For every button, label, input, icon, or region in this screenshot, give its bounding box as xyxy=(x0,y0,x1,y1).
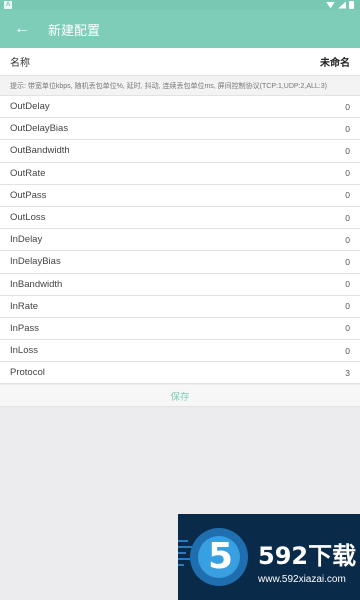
field-row-inpass[interactable]: InPass 0 xyxy=(0,318,360,341)
field-value[interactable]: 0 xyxy=(345,279,350,289)
field-row-outrate[interactable]: OutRate 0 xyxy=(0,163,360,185)
field-label: OutPass xyxy=(10,189,47,201)
field-row-indelay[interactable]: InDelay 0 xyxy=(0,229,360,252)
watermark-name: 592下载 xyxy=(258,542,357,570)
field-value[interactable]: 0 xyxy=(345,301,350,311)
field-row-inbandwidth[interactable]: InBandwidth 0 xyxy=(0,274,360,296)
field-label: InLoss xyxy=(10,345,38,357)
watermark-url: www.592xiazai.com xyxy=(258,574,346,585)
notification-icon: A xyxy=(4,1,12,9)
back-arrow-icon[interactable]: ← xyxy=(0,10,44,48)
name-field[interactable]: 名称 未命名 xyxy=(0,48,360,76)
field-value[interactable]: 0 xyxy=(345,146,350,156)
field-row-indelaybias[interactable]: InDelayBias 0 xyxy=(0,251,360,274)
field-row-inloss[interactable]: InLoss 0 xyxy=(0,340,360,363)
field-row-outdelaybias[interactable]: OutDelayBias 0 xyxy=(0,118,360,141)
save-button[interactable]: 保存 xyxy=(0,385,360,407)
status-bar: A xyxy=(0,0,360,10)
field-value[interactable]: 0 xyxy=(345,346,350,356)
field-label: InRate xyxy=(10,300,38,312)
field-list: OutDelay 0 OutDelayBias 0 OutBandwidth 0 OutRa… xyxy=(0,96,360,385)
field-row-outpass[interactable]: OutPass 0 xyxy=(0,185,360,207)
name-label: 名称 xyxy=(10,58,30,69)
field-row-protocol[interactable]: Protocol 3 xyxy=(0,362,360,385)
page-title: 新建配置 xyxy=(48,22,101,38)
field-row-inrate[interactable]: InRate 0 xyxy=(0,296,360,318)
field-label: OutBandwidth xyxy=(10,145,70,157)
field-value[interactable]: 0 xyxy=(345,102,350,112)
watermark-digit: 5 xyxy=(208,536,234,577)
config-form: 名称 未命名 提示: 带宽单位kbps, 随机丢包单位%, 延时, 抖动, 连续… xyxy=(0,48,360,385)
field-value[interactable]: 0 xyxy=(345,168,350,178)
field-label: InDelay xyxy=(10,234,43,246)
field-value[interactable]: 0 xyxy=(345,190,350,200)
field-label: InPass xyxy=(10,322,40,334)
field-label: OutDelayBias xyxy=(10,123,69,135)
field-row-outbandwidth[interactable]: OutBandwidth 0 xyxy=(0,140,360,163)
app-bar: ← 新建配置 xyxy=(0,10,360,48)
field-value[interactable]: 0 xyxy=(345,213,350,223)
field-label: OutRate xyxy=(10,167,46,179)
field-value[interactable]: 0 xyxy=(345,323,350,333)
field-label: OutDelay xyxy=(10,101,50,113)
field-value[interactable]: 3 xyxy=(345,368,350,378)
name-value[interactable]: 未命名 xyxy=(320,54,350,69)
field-label: OutLoss xyxy=(10,212,46,224)
field-row-outdelay[interactable]: OutDelay 0 xyxy=(0,96,360,119)
field-value[interactable]: 0 xyxy=(345,257,350,267)
field-value[interactable]: 0 xyxy=(345,124,350,134)
status-icons xyxy=(326,1,354,9)
field-label: InBandwidth xyxy=(10,278,63,290)
wifi-icon xyxy=(326,1,335,9)
watermark-logo: 5 592下载 www.592xiazai.com xyxy=(178,514,360,600)
field-value[interactable]: 0 xyxy=(345,235,350,245)
hint-text: 提示: 带宽单位kbps, 随机丢包单位%, 延时, 抖动, 连续丢包单位ms,… xyxy=(0,76,360,96)
battery-icon xyxy=(349,1,354,9)
field-label: Protocol xyxy=(10,367,45,379)
field-row-outloss[interactable]: OutLoss 0 xyxy=(0,207,360,230)
field-label: InDelayBias xyxy=(10,256,61,268)
signal-icon xyxy=(338,1,346,9)
